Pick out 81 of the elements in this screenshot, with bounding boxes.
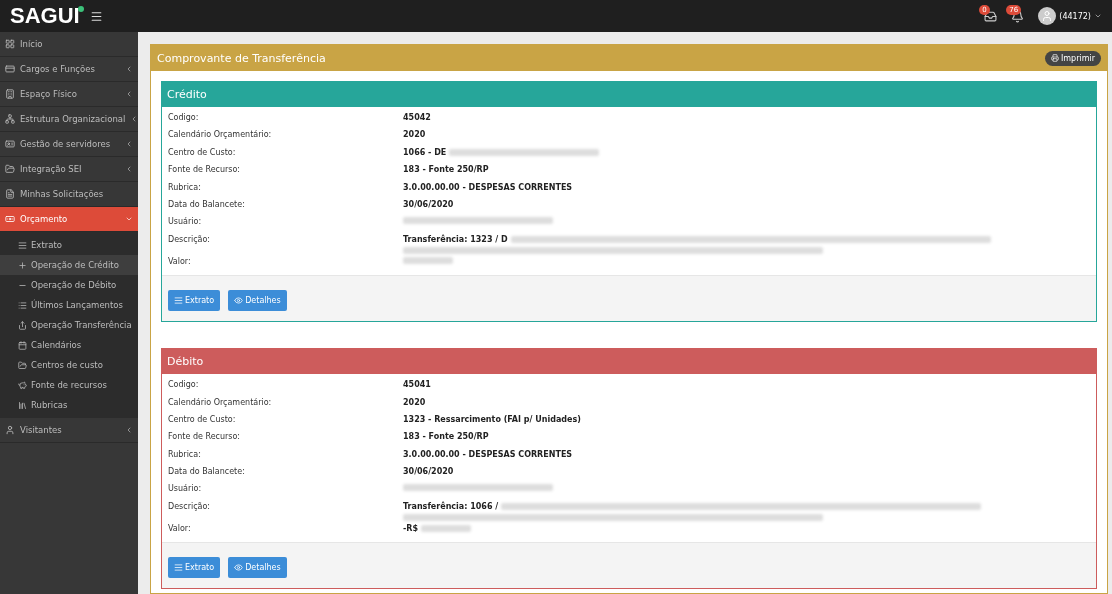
field-label: Valor: [168, 523, 192, 533]
field-value: 2020 [403, 397, 426, 407]
list-icon [18, 240, 27, 250]
plus-icon [18, 260, 27, 270]
submenu-item[interactable]: Centros de custo [0, 355, 138, 375]
sitemap-icon [5, 114, 15, 124]
folder-icon [18, 360, 27, 370]
avatar-icon[interactable] [1038, 7, 1057, 25]
field-label: Fonte de Recurso: [168, 432, 242, 442]
field-value: 3.0.00.00.00 - DESPESAS CORRENTES [403, 182, 573, 192]
field-label: Fonte de Recurso: [168, 165, 242, 175]
user-name[interactable]: (44172) [1059, 11, 1091, 21]
badge-icon [5, 139, 15, 149]
statement-button[interactable]: Extrato [168, 290, 221, 312]
field-value: 1066 - DE [403, 147, 447, 157]
field-label: Centro de Custo: [168, 414, 237, 424]
field-value: 2020 [403, 130, 426, 140]
field-label: Valor: [168, 256, 192, 266]
calendar-icon [18, 340, 27, 350]
submenu-item[interactable]: Operação Transferência [0, 315, 138, 335]
banknote-icon [5, 214, 15, 224]
printer-icon [1050, 54, 1059, 62]
submenu-item[interactable]: Calendários [0, 335, 138, 355]
submenu-item[interactable]: Últimos Lançamentos [0, 295, 138, 315]
building-icon [5, 89, 15, 99]
field-label: Calendário Orçamentário: [168, 397, 273, 407]
field-label: Usuário: [168, 217, 203, 227]
caret-icon[interactable] [1094, 12, 1102, 20]
submenu-item[interactable]: Operação de Crédito [0, 255, 138, 275]
field-label: Usuário: [168, 484, 203, 494]
submenu-item[interactable]: Fonte de recursos [0, 375, 138, 395]
field-value: 30/06/2020 [403, 467, 454, 477]
eye-icon [234, 296, 244, 306]
details-button[interactable]: Detalhes [228, 290, 287, 312]
field-value: Transferência: 1066 / [403, 501, 499, 511]
field-value: 30/06/2020 [403, 199, 454, 209]
field-label: Descrição: [168, 234, 212, 244]
list-icon [174, 563, 183, 573]
field-label: Descrição: [168, 501, 212, 511]
logo: SAGUI [10, 3, 80, 29]
list-icon [18, 300, 27, 310]
field-label: Codigo: [168, 113, 200, 122]
field-label: Calendário Orçamentário: [168, 130, 273, 140]
field-value: 45041 [403, 380, 431, 390]
field-label: Data do Balancete: [168, 467, 246, 477]
panel-title: Comprovante de Transferência [157, 51, 326, 65]
submenu-item[interactable]: Rubricas [0, 395, 138, 415]
folder-icon [5, 164, 15, 174]
field-value: 183 - Fonte 250/RP [403, 165, 489, 175]
panel-title: Débito [162, 349, 1096, 375]
share-icon [18, 320, 27, 330]
submenu-item[interactable]: Extrato [0, 235, 138, 255]
user-icon [5, 425, 15, 435]
file-icon [5, 189, 15, 199]
field-label: Codigo: [168, 380, 200, 390]
field-value: 1323 - Ressarcimento (FAI p/ Unidades) [403, 414, 581, 424]
submenu-item[interactable]: Operação de Débito [0, 275, 138, 295]
card-icon [5, 64, 15, 74]
panel-title: Crédito [162, 82, 1096, 107]
list-icon [174, 296, 183, 306]
logo-dot [77, 6, 84, 12]
books-icon [18, 400, 27, 410]
field-label: Rubrica: [168, 182, 202, 192]
grid-icon [5, 39, 15, 49]
redacted-text [403, 256, 453, 264]
eye-icon [234, 563, 244, 573]
statement-button[interactable]: Extrato [168, 557, 221, 579]
sidebar-item[interactable]: Orçamento [0, 207, 138, 232]
field-value: 183 - Fonte 250/RP [403, 432, 489, 442]
print-button[interactable]: Imprimir [1044, 50, 1101, 66]
piggy-bank-icon [18, 380, 27, 390]
field-value: 45042 [403, 113, 431, 122]
field-value: 3.0.00.00.00 - DESPESAS CORRENTES [403, 449, 573, 459]
redacted-text [421, 524, 472, 532]
details-button[interactable]: Detalhes [228, 557, 287, 579]
field-label: Centro de Custo: [168, 147, 237, 157]
menu-icon[interactable] [89, 9, 103, 23]
field-value: -R$ [403, 523, 419, 533]
field-label: Data do Balancete: [168, 199, 246, 209]
field-label: Rubrica: [168, 449, 202, 459]
field-value: Transferência: 1323 / D [403, 234, 508, 244]
